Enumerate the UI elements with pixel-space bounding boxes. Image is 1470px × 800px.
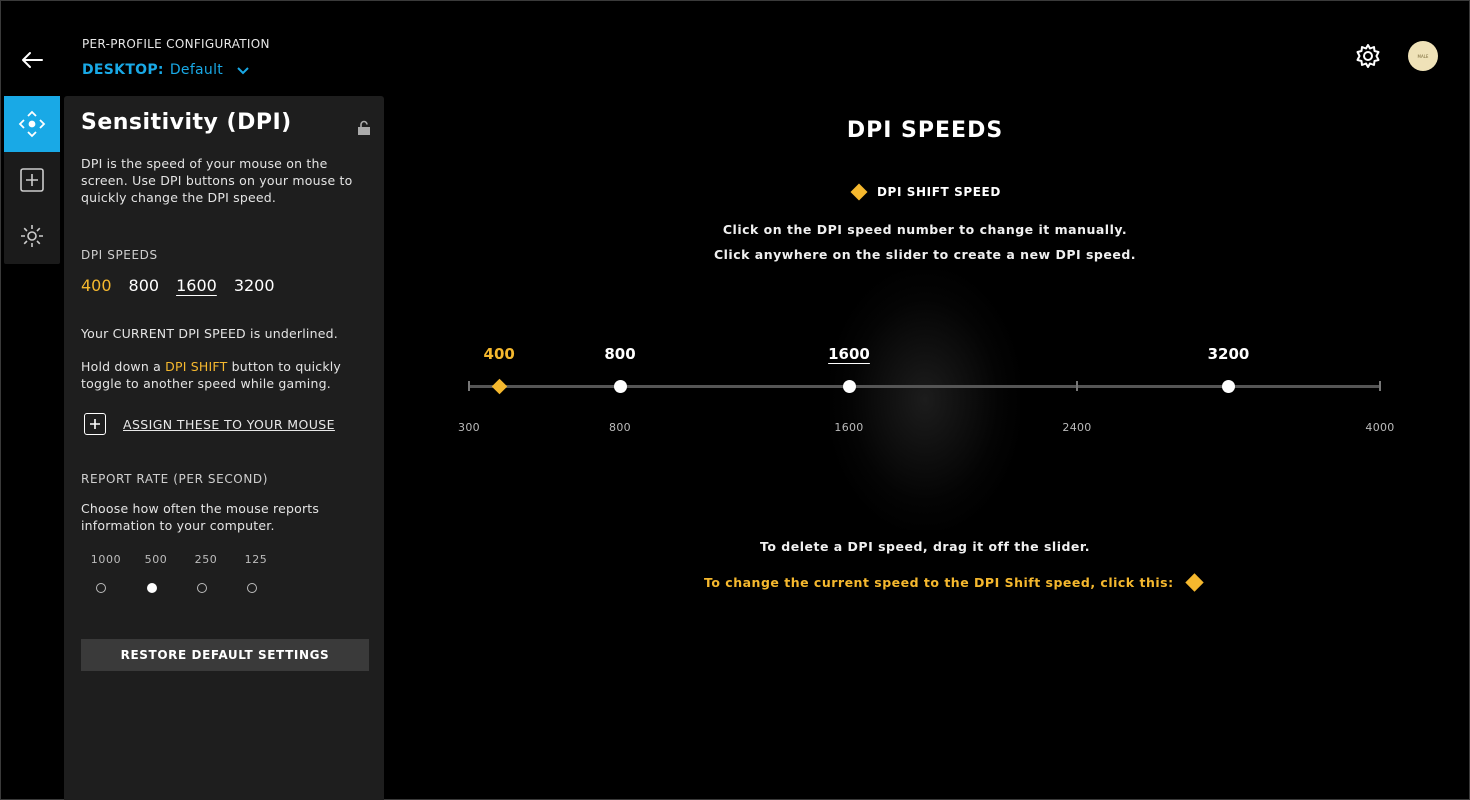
dpi-knob-3200[interactable] — [1222, 380, 1235, 393]
dpi-value-label-3200[interactable]: 3200 — [1189, 345, 1269, 363]
report-rate-500-radio[interactable] — [147, 583, 157, 593]
sensitivity-panel: Sensitivity (DPI) DPI is the speed of yo… — [64, 96, 384, 800]
main-title: DPI SPEEDS — [846, 118, 1004, 143]
plus-box-icon — [84, 413, 106, 435]
dpi-knob-800[interactable] — [613, 380, 627, 393]
slider-tick-2400 — [1076, 381, 1078, 391]
report-rate-1000-label: 1000 — [90, 553, 122, 566]
slider-scale-label-800: 800 — [609, 421, 631, 434]
report-rate-1000-radio[interactable] — [96, 583, 106, 593]
dpi-speed-3200[interactable]: 3200 — [234, 276, 275, 295]
instruction-2: Click anywhere on the slider to create a… — [713, 247, 1137, 262]
restore-defaults-button[interactable]: RESTORE DEFAULT SETTINGS — [81, 639, 369, 671]
dpi-knob-1600[interactable] — [842, 380, 856, 393]
back-arrow-icon[interactable] — [18, 46, 46, 74]
shift-hint: To change the current speed to the DPI S… — [704, 573, 1204, 592]
slider-scale-label-300: 300 — [458, 421, 480, 434]
report-rate-250-label: 250 — [194, 553, 218, 566]
dpi-shift-note: Hold down a DPI SHIFT button to quickly … — [81, 358, 361, 392]
slider-scale-label-4000: 4000 — [1365, 421, 1395, 434]
assign-label: ASSIGN THESE TO YOUR MOUSE — [123, 416, 335, 432]
report-rate-250-radio[interactable] — [197, 583, 207, 593]
settings-gear-icon[interactable] — [1354, 42, 1382, 70]
delete-hint: To delete a DPI speed, drag it off the s… — [759, 539, 1091, 554]
dpi-speed-400[interactable]: 400 — [81, 276, 112, 295]
dpi-speed-800[interactable]: 800 — [129, 276, 160, 295]
set-shift-diamond-button[interactable] — [1184, 573, 1204, 592]
dpi-speed-list: 400 800 1600 3200 — [81, 276, 275, 295]
profile-selector[interactable]: DESKTOP: Default — [82, 62, 251, 78]
dpi-shift-note-pre: Hold down a — [81, 359, 166, 374]
user-avatar[interactable]: MALE — [1408, 41, 1438, 71]
report-rate-label: REPORT RATE (PER SECOND) — [81, 472, 269, 486]
dpi-slider-track[interactable] — [469, 385, 1380, 388]
chevron-down-icon — [237, 67, 249, 75]
report-rate-500-label: 500 — [144, 553, 168, 566]
config-label: PER-PROFILE CONFIGURATION — [82, 37, 270, 51]
dpi-shift-legend: DPI SHIFT SPEED — [850, 183, 1001, 201]
shift-hint-text: To change the current speed to the DPI S… — [704, 575, 1174, 590]
slider-tick-4000 — [1379, 381, 1381, 391]
dpi-shift-highlight: DPI SHIFT — [165, 359, 228, 374]
panel-description: DPI is the speed of your mouse on the sc… — [81, 156, 353, 205]
report-rate-125-label: 125 — [244, 553, 268, 566]
shift-diamond-icon — [850, 183, 868, 201]
dpi-value-label-400[interactable]: 400 — [459, 345, 539, 363]
assign-to-mouse-button[interactable]: ASSIGN THESE TO YOUR MOUSE — [84, 413, 335, 435]
slider-scale-label-2400: 2400 — [1062, 421, 1092, 434]
dpi-value-label-800[interactable]: 800 — [580, 345, 660, 363]
current-speed-note: Your CURRENT DPI SPEED is underlined. — [81, 326, 338, 341]
profile-name: Default — [169, 62, 224, 78]
report-rate-125-radio[interactable] — [247, 583, 257, 593]
instruction-1: Click on the DPI speed number to change … — [722, 222, 1128, 237]
dpi-speed-1600[interactable]: 1600 — [176, 276, 217, 295]
background-glow — [830, 270, 1020, 530]
dpi-shift-legend-label: DPI SHIFT SPEED — [877, 185, 1001, 199]
slider-tick-300 — [468, 381, 470, 391]
slider-scale-label-1600: 1600 — [834, 421, 864, 434]
dpi-value-label-1600[interactable]: 1600 — [809, 345, 889, 363]
device-label: DESKTOP: — [82, 62, 164, 78]
avatar-text: MALE — [1417, 53, 1429, 59]
plus-box-icon — [20, 168, 44, 192]
rail-item-assignments[interactable] — [4, 152, 60, 208]
report-rate-description: Choose how often the mouse reports infor… — [81, 501, 320, 533]
